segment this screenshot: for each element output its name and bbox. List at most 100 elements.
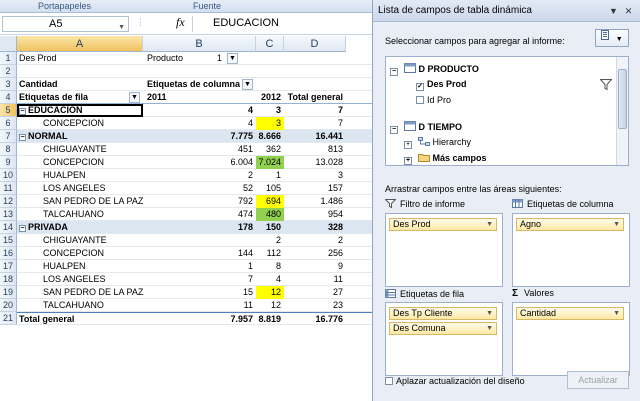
pivot-group-educacion[interactable]: − EDUCACION xyxy=(17,104,143,117)
row-header-4[interactable]: 4 xyxy=(0,91,17,104)
field-group-d-producto[interactable]: − D PRODUCTO xyxy=(390,63,479,76)
col-header-total[interactable]: Total general xyxy=(284,91,346,104)
column-header-a[interactable]: A xyxy=(17,36,143,52)
checkbox-checked[interactable]: ✓ xyxy=(416,83,424,91)
value-cell[interactable]: 954 xyxy=(284,208,346,221)
field-des-prod[interactable]: ✓ Des Prod xyxy=(416,79,467,91)
expand-icon[interactable]: + xyxy=(404,141,412,149)
value-cell[interactable]: 23 xyxy=(284,299,346,312)
pivot-item-label[interactable]: LOS ANGELES xyxy=(43,182,143,195)
pivot-item-label[interactable]: TALCAHUANO xyxy=(43,208,143,221)
value-cell[interactable]: 3 xyxy=(256,104,284,117)
value-cell[interactable]: 256 xyxy=(284,247,346,260)
chevron-down-icon[interactable]: ▼ xyxy=(486,219,493,230)
row-header-8[interactable]: 8 xyxy=(0,143,17,156)
values-drop-area[interactable]: Cantidad ▼ xyxy=(512,302,630,376)
formula-input[interactable]: EDUCACION xyxy=(192,16,378,32)
pivot-item-label[interactable]: CONCEPCION xyxy=(43,247,143,260)
value-chip-cantidad[interactable]: Cantidad ▼ xyxy=(516,307,624,320)
value-cell[interactable]: 144 xyxy=(143,247,256,260)
filter-field-value[interactable]: 1 xyxy=(197,52,225,65)
filter-funnel-icon[interactable]: ▼ xyxy=(227,53,238,64)
rows-drop-area[interactable]: Des Tp Cliente ▼ Des Comuna ▼ xyxy=(385,302,503,376)
value-cell[interactable]: 4 xyxy=(143,117,256,130)
row-header-9[interactable]: 9 xyxy=(0,156,17,169)
row-header-19[interactable]: 19 xyxy=(0,286,17,299)
value-cell[interactable]: 813 xyxy=(284,143,346,156)
col-header-2011[interactable]: 2011 xyxy=(147,91,207,104)
value-cell[interactable]: 792 xyxy=(143,195,256,208)
chevron-down-icon[interactable]: ▼ xyxy=(486,323,493,334)
filter-field-name[interactable]: Des Prod xyxy=(19,52,143,65)
value-cell[interactable]: 8 xyxy=(256,260,284,273)
name-box[interactable]: A5 ▼ xyxy=(2,16,129,32)
row-header-2[interactable]: 2 xyxy=(0,65,17,78)
row-header-15[interactable]: 15 xyxy=(0,234,17,247)
filter-funnel-icon[interactable] xyxy=(600,79,612,90)
value-cell[interactable]: 7 xyxy=(143,273,256,286)
pivot-item-label[interactable]: CONCEPCION xyxy=(43,117,143,130)
column-header-b[interactable]: B xyxy=(143,36,256,52)
value-cell[interactable]: 15 xyxy=(143,286,256,299)
row-header-7[interactable]: 7 xyxy=(0,130,17,143)
checkbox-unchecked[interactable] xyxy=(385,377,393,385)
value-cell-highlighted[interactable]: 12 xyxy=(256,286,284,299)
value-cell[interactable]: 27 xyxy=(284,286,346,299)
filter-drop-area[interactable]: Des Prod ▼ xyxy=(385,213,503,287)
value-cell[interactable]: 9 xyxy=(284,260,346,273)
value-cell[interactable]: 11 xyxy=(143,299,256,312)
field-layout-button[interactable]: ▼ xyxy=(595,29,629,47)
collapse-icon[interactable]: − xyxy=(19,108,26,115)
column-chip-agno[interactable]: Agno ▼ xyxy=(516,218,624,231)
row-header-13[interactable]: 13 xyxy=(0,208,17,221)
row-header-5[interactable]: 5 xyxy=(0,104,17,117)
expand-icon[interactable]: + xyxy=(404,157,412,165)
value-cell[interactable]: 16.776 xyxy=(284,313,346,326)
field-hierarchy[interactable]: + Hierarchy xyxy=(404,137,471,149)
pivot-item-label[interactable]: LOS ANGELES xyxy=(43,273,143,286)
collapse-icon[interactable]: − xyxy=(390,68,398,76)
value-cell[interactable]: 1 xyxy=(143,260,256,273)
row-header-11[interactable]: 11 xyxy=(0,182,17,195)
value-cell[interactable]: 150 xyxy=(256,221,284,234)
pivot-group-privada[interactable]: − PRIVADA xyxy=(19,221,143,234)
col-header-2012[interactable]: 2012 xyxy=(256,91,284,104)
collapse-icon[interactable]: − xyxy=(390,126,398,134)
close-icon[interactable]: ✕ xyxy=(622,5,635,17)
row-chip-des-tp-cliente[interactable]: Des Tp Cliente ▼ xyxy=(389,307,497,320)
chevron-down-icon[interactable]: ▼ xyxy=(613,219,620,230)
row-header-6[interactable]: 6 xyxy=(0,117,17,130)
formula-cancel-icon[interactable]: ⋮ xyxy=(136,17,145,28)
value-cell[interactable]: 2 xyxy=(284,234,346,247)
grand-total-label[interactable]: Total general xyxy=(19,313,143,326)
value-cell[interactable] xyxy=(143,234,256,247)
pivot-item-label[interactable]: SAN PEDRO DE LA PAZ xyxy=(43,286,153,299)
ribbon-group-font[interactable]: Fuente xyxy=(193,1,221,11)
row-header-14[interactable]: 14 xyxy=(0,221,17,234)
row-header-12[interactable]: 12 xyxy=(0,195,17,208)
pivot-item-label[interactable]: TALCAHUANO xyxy=(43,299,143,312)
value-cell[interactable]: 1.486 xyxy=(284,195,346,208)
column-header-c[interactable]: C xyxy=(256,36,284,52)
value-cell[interactable]: 157 xyxy=(284,182,346,195)
row-header-3[interactable]: 3 xyxy=(0,78,17,91)
value-cell[interactable]: 12 xyxy=(256,299,284,312)
column-filter-icon[interactable]: ▼ xyxy=(242,79,253,90)
value-cell[interactable]: 8.819 xyxy=(256,313,284,326)
value-cell[interactable]: 105 xyxy=(256,182,284,195)
value-cell-highlighted[interactable]: 7.024 xyxy=(256,156,284,169)
field-group-d-tiempo[interactable]: − D TIEMPO xyxy=(390,121,462,134)
update-button[interactable]: Actualizar xyxy=(567,371,629,389)
checkbox-unchecked[interactable] xyxy=(416,96,424,104)
defer-update-option[interactable]: Aplazar actualización del diseño xyxy=(385,376,525,386)
field-id-pro[interactable]: Id Pro xyxy=(416,95,451,105)
value-cell[interactable]: 362 xyxy=(256,143,284,156)
value-cell[interactable]: 474 xyxy=(143,208,256,221)
row-chip-des-comuna[interactable]: Des Comuna ▼ xyxy=(389,322,497,335)
row-header-10[interactable]: 10 xyxy=(0,169,17,182)
value-cell[interactable]: 112 xyxy=(256,247,284,260)
row-header-17[interactable]: 17 xyxy=(0,260,17,273)
value-cell[interactable]: 13.028 xyxy=(284,156,346,169)
pivot-item-label[interactable]: HUALPEN xyxy=(43,169,143,182)
value-cell[interactable]: 451 xyxy=(143,143,256,156)
